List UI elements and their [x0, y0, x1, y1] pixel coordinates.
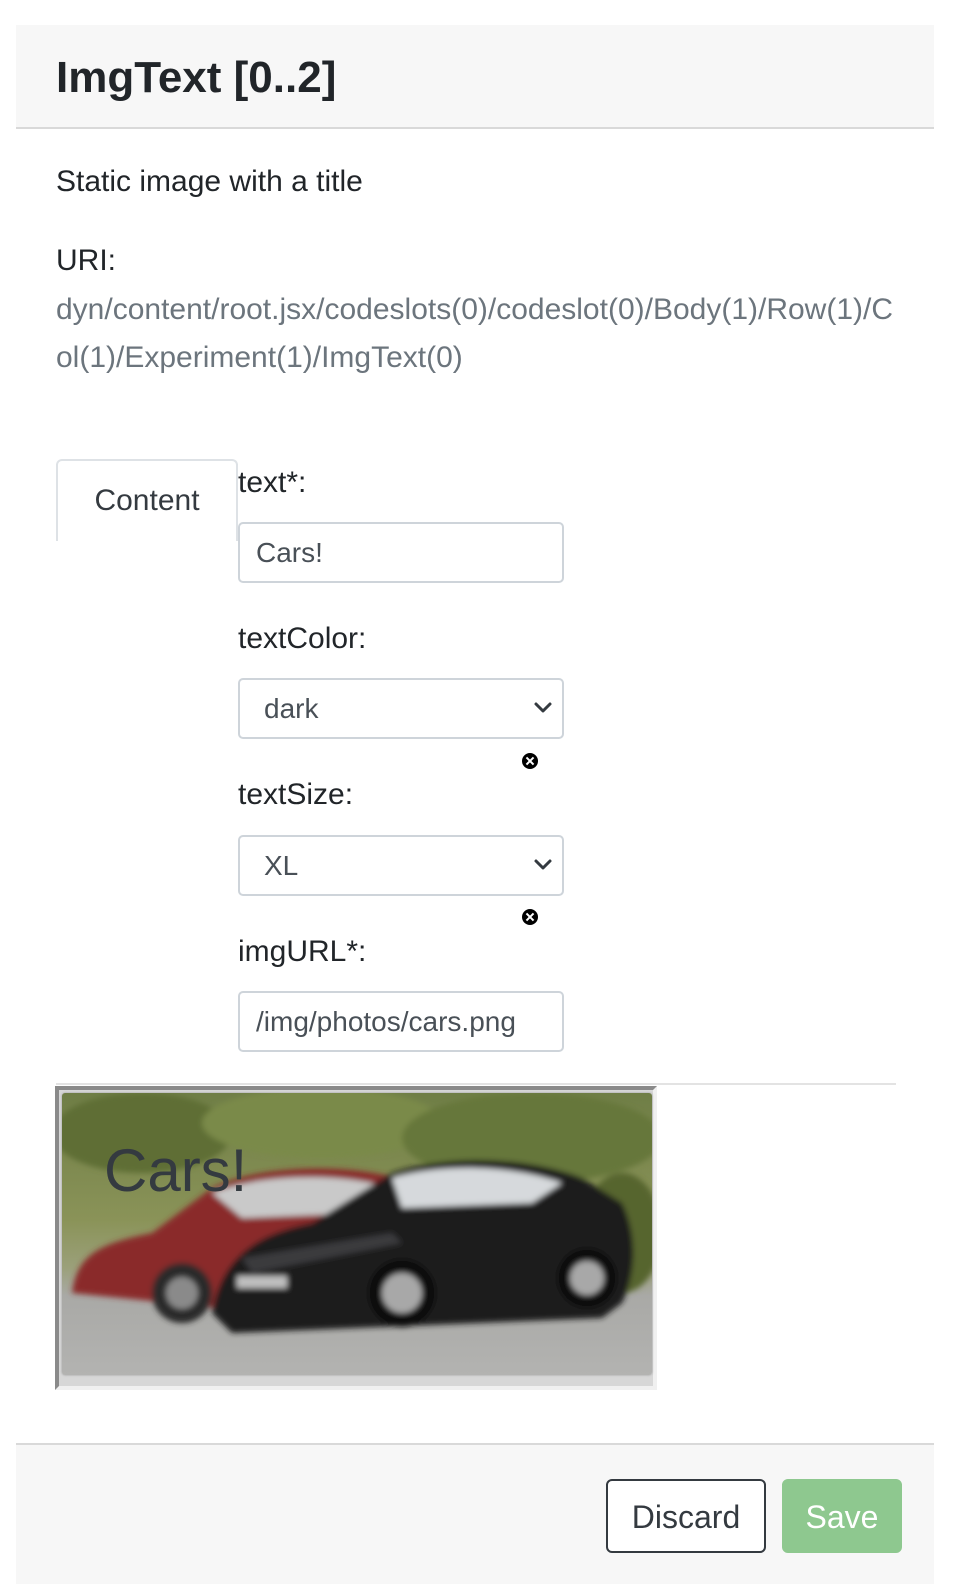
text-size-select[interactable]: XL — [238, 835, 564, 896]
card-header: ImgText [0..2] — [16, 25, 934, 129]
editor-card: ImgText [0..2] Static image with a title… — [16, 25, 934, 1584]
card-footer: Discard Save — [16, 1443, 934, 1584]
text-color-select[interactable]: dark — [238, 678, 564, 739]
discard-button[interactable]: Discard — [606, 1479, 766, 1553]
text-input[interactable] — [238, 522, 564, 583]
text-size-label: textSize: — [238, 778, 354, 811]
save-button[interactable]: Save — [782, 1479, 902, 1553]
tab-content[interactable]: Content — [56, 459, 238, 541]
img-url-input[interactable] — [238, 991, 564, 1052]
text-field-label: text*: — [238, 466, 307, 499]
component-description: Static image with a title — [56, 165, 363, 198]
clear-text-size-icon[interactable] — [522, 909, 538, 925]
text-color-selected-value: dark — [264, 693, 319, 724]
img-url-label: imgURL*: — [238, 935, 367, 968]
chevron-down-icon — [534, 859, 552, 870]
preview-title: Cars! — [104, 1137, 248, 1204]
uri-value: dyn/content/root.jsx/codeslots(0)/codesl… — [56, 293, 894, 374]
divider — [56, 1083, 896, 1085]
text-size-selected-value: XL — [264, 850, 299, 881]
chevron-down-icon — [534, 702, 552, 713]
clear-text-color-icon[interactable] — [522, 753, 538, 769]
component-title: ImgText [0..2] — [56, 53, 337, 102]
text-color-label: textColor: — [238, 622, 367, 655]
preview-image: Cars! — [62, 1093, 652, 1375]
image-preview-frame: Cars! — [55, 1086, 657, 1390]
uri-label: URI: — [56, 244, 116, 277]
